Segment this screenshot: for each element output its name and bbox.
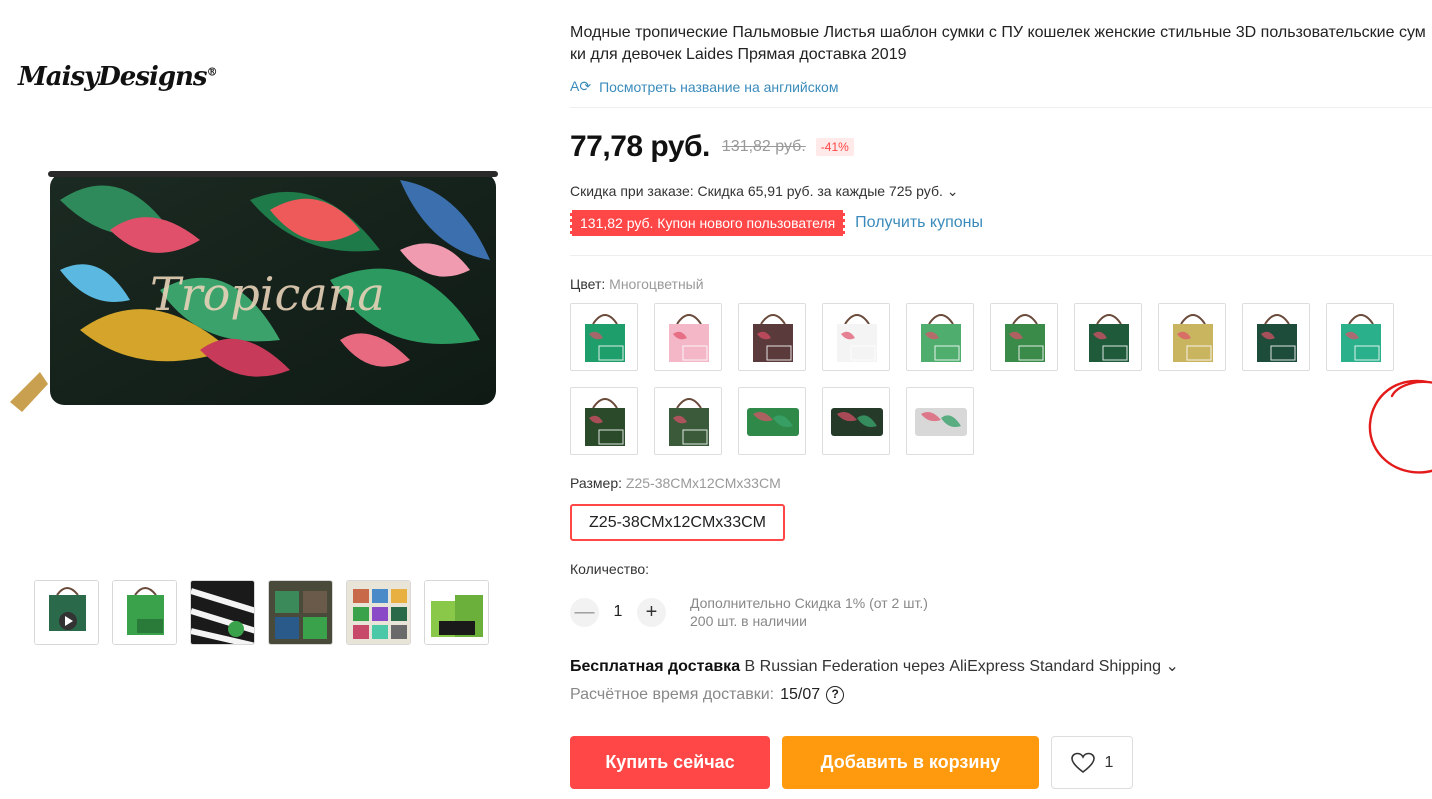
thumbnail-strip — [34, 580, 489, 645]
wishlist-button[interactable]: 1 — [1051, 736, 1133, 789]
new-user-coupon[interactable]: 131,82 руб. Купон нового пользователя — [567, 210, 848, 236]
translate-title-link[interactable]: A⟳ Посмотреть название на английском — [570, 78, 838, 95]
free-shipping-label: Бесплатная доставка — [570, 658, 741, 675]
current-price: 77,78 руб. — [570, 130, 710, 163]
original-price: 131,82 руб. — [721, 138, 806, 155]
size-option-selected[interactable]: Z25-38CMx12CMx33CM — [570, 504, 785, 541]
thumbnail-6[interactable] — [424, 580, 489, 645]
translate-icon: A⟳ — [570, 78, 592, 94]
wishlist-count: 1 — [1104, 753, 1114, 771]
quantity-info: Дополнительно Скидка 1% (от 2 шт.) 200 ш… — [690, 594, 928, 630]
brand-logo-reg: ® — [206, 65, 218, 79]
color-value: Многоцветный — [609, 276, 704, 292]
quantity-stepper: — 1 + Дополнительно Скидка 1% (от 2 шт.)… — [570, 594, 928, 630]
color-swatch[interactable] — [1074, 303, 1142, 371]
eta-date: 15/07 — [780, 686, 821, 703]
size-value: Z25-38CMx12CMx33CM — [625, 475, 781, 491]
quantity-value[interactable]: 1 — [599, 603, 637, 621]
order-discount-dropdown[interactable]: Скидка при заказе: Скидка 65,91 руб. за … — [570, 183, 959, 200]
delivery-eta: Расчётное время доставки: 15/07 ? — [570, 686, 845, 704]
extra-discount-text: Дополнительно Скидка 1% (от 2 шт.) — [690, 595, 928, 611]
color-swatch[interactable] — [822, 303, 890, 371]
action-buttons: Купить сейчас Добавить в корзину 1 — [570, 736, 1133, 789]
discount-badge: -41% — [815, 138, 854, 156]
quantity-decrease-button[interactable]: — — [570, 597, 599, 627]
thumbnail-3[interactable] — [190, 580, 255, 645]
color-swatch[interactable] — [570, 303, 638, 371]
divider — [570, 255, 1432, 256]
brand-logo-text: MaisyDesigns — [18, 62, 208, 92]
get-coupons-link[interactable]: Получить купоны — [855, 214, 983, 232]
color-swatch[interactable] — [570, 387, 638, 455]
buy-now-button[interactable]: Купить сейчас — [570, 736, 770, 789]
product-gallery: MaisyDesigns® Tropicana — [0, 0, 520, 799]
color-label-text: Цвет: — [570, 276, 606, 292]
color-swatch[interactable] — [738, 387, 806, 455]
product-title: Модные тропические Пальмовые Листья шабл… — [570, 24, 1426, 63]
color-swatch[interactable] — [1326, 303, 1394, 371]
main-product-image[interactable]: Tropicana — [0, 140, 510, 440]
color-swatch[interactable] — [906, 387, 974, 455]
color-swatch[interactable] — [990, 303, 1058, 371]
color-label: Цвет: Многоцветный — [570, 276, 704, 292]
size-label-text: Размер: — [570, 475, 623, 491]
color-swatch[interactable] — [738, 303, 806, 371]
thumbnail-4[interactable] — [268, 580, 333, 645]
shipping-info[interactable]: Бесплатная доставка В Russian Federation… — [570, 656, 1179, 676]
help-icon[interactable]: ? — [826, 686, 845, 704]
color-swatches — [570, 303, 1410, 455]
eta-label: Расчётное время доставки: — [570, 686, 775, 703]
thumbnail-1[interactable] — [34, 580, 99, 645]
color-swatch[interactable] — [654, 303, 722, 371]
heart-icon — [1070, 752, 1095, 773]
brand-logo: MaisyDesigns® — [18, 62, 218, 92]
coupon-row: 131,82 руб. Купон нового пользователя По… — [567, 210, 983, 236]
thumbnail-5[interactable] — [346, 580, 411, 645]
color-swatch[interactable] — [906, 303, 974, 371]
quantity-label: Количество: — [570, 561, 650, 577]
color-swatch[interactable] — [822, 387, 890, 455]
color-swatch[interactable] — [1158, 303, 1226, 371]
size-label: Размер: Z25-38CMx12CMx33CM — [570, 475, 781, 491]
thumbnail-2[interactable] — [112, 580, 177, 645]
color-swatch[interactable] — [1242, 303, 1310, 371]
translate-link-label: Посмотреть название на английском — [599, 78, 839, 95]
quantity-increase-button[interactable]: + — [637, 597, 666, 627]
shipping-details: В Russian Federation через AliExpress St… — [744, 658, 1179, 675]
add-to-cart-button[interactable]: Добавить в корзину — [782, 736, 1039, 789]
price-row: 77,78 руб. 131,82 руб. -41% — [570, 130, 854, 164]
divider — [570, 107, 1432, 108]
product-print-text: Tropicana — [150, 267, 385, 321]
color-swatch[interactable] — [654, 387, 722, 455]
stock-text: 200 шт. в наличии — [690, 613, 807, 629]
